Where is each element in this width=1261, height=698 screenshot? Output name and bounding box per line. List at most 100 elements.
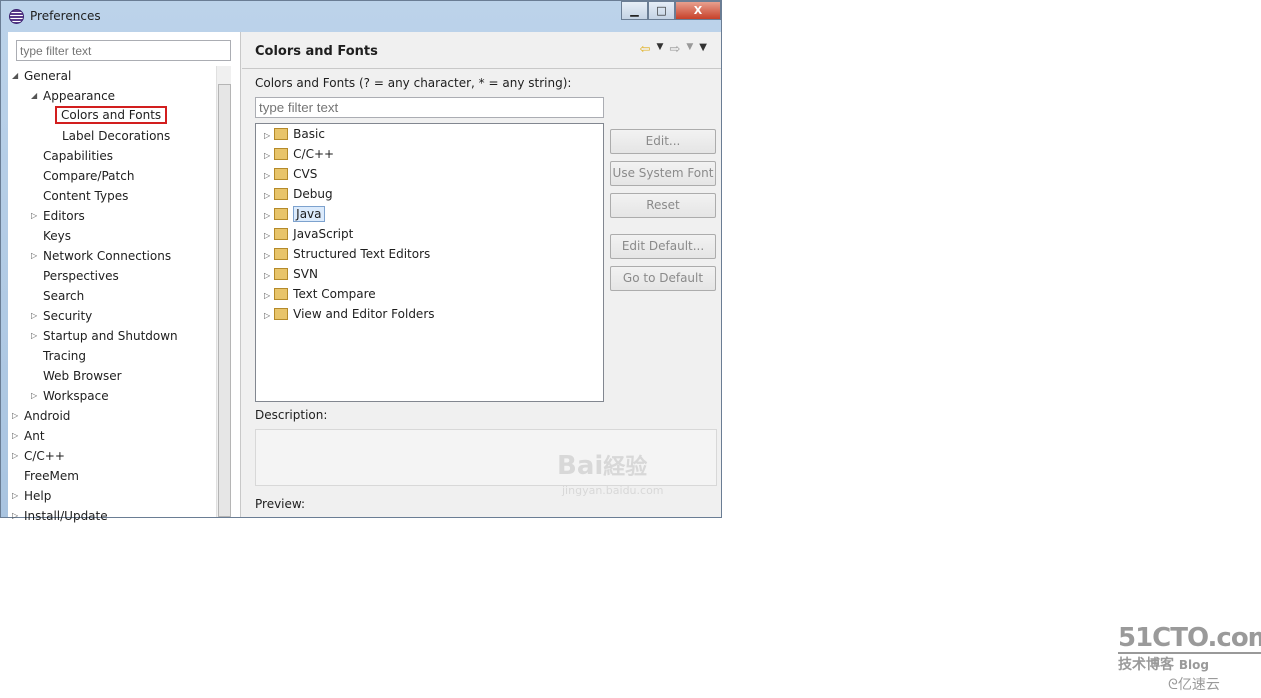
category-label: Text Compare bbox=[293, 287, 376, 301]
collapsed-arrow-icon[interactable]: ▷ bbox=[12, 446, 18, 466]
collapsed-arrow-icon[interactable]: ▷ bbox=[31, 326, 37, 346]
collapsed-arrow-icon[interactable]: ▷ bbox=[264, 131, 270, 140]
tree-item-label: Ant bbox=[24, 429, 45, 443]
filter-label: Colors and Fonts (? = any character, * =… bbox=[255, 76, 572, 90]
tree-item[interactable]: ▷ Security bbox=[31, 306, 93, 326]
preferences-window: Preferences ▁ □ X ◢ General ◢ Appearance Col… bbox=[0, 0, 722, 523]
tree-item[interactable]: ▷ Editors bbox=[31, 206, 85, 226]
tree-item[interactable]: ▷ C/C++ bbox=[12, 446, 65, 466]
category-label: View and Editor Folders bbox=[293, 307, 435, 321]
collapsed-arrow-icon[interactable]: ▷ bbox=[12, 506, 18, 526]
tree-item[interactable]: Tracing bbox=[43, 346, 86, 366]
eclipse-icon bbox=[9, 9, 24, 24]
tree-item-label: Security bbox=[43, 309, 93, 323]
baidu-watermark: Bai経验 bbox=[557, 451, 648, 481]
tree-item[interactable]: ▷ Android bbox=[12, 406, 70, 426]
page-title: Colors and Fonts bbox=[255, 44, 378, 59]
tree-item[interactable]: Colors and Fonts bbox=[55, 105, 168, 125]
collapsed-arrow-icon[interactable]: ▷ bbox=[264, 211, 270, 220]
collapsed-arrow-icon[interactable]: ▷ bbox=[12, 426, 18, 446]
forward-icon[interactable]: ⇨ bbox=[669, 42, 680, 57]
tree-filter-input[interactable] bbox=[16, 40, 231, 61]
colors-fonts-page: Colors and Fonts ⇦ ▼ ⇨ ▼ ▼ Colors and Font… bbox=[242, 32, 721, 517]
tree-item[interactable]: ▷ Network Connections bbox=[31, 246, 171, 266]
category-item[interactable]: ▷ C/C++ bbox=[264, 144, 334, 164]
category-item[interactable]: ▷ Debug bbox=[264, 184, 333, 204]
tree-item[interactable]: ▷ Help bbox=[12, 486, 51, 506]
category-item[interactable]: ▷ View and Editor Folders bbox=[264, 304, 435, 324]
category-label: Debug bbox=[293, 187, 333, 201]
back-icon[interactable]: ⇦ bbox=[640, 42, 651, 57]
reset-button[interactable]: Reset bbox=[610, 193, 716, 218]
category-item[interactable]: ▷ Structured Text Editors bbox=[264, 244, 430, 264]
category-item[interactable]: ▷ CVS bbox=[264, 164, 317, 184]
edit-button[interactable]: Edit... bbox=[610, 129, 716, 154]
tree-item[interactable]: ▷ Workspace bbox=[31, 386, 109, 406]
collapsed-arrow-icon[interactable]: ▷ bbox=[31, 246, 37, 266]
collapsed-arrow-icon[interactable]: ▷ bbox=[264, 251, 270, 260]
tree-item-label: Capabilities bbox=[43, 149, 113, 163]
tree-item[interactable]: Content Types bbox=[43, 186, 128, 206]
tree-item[interactable]: ▷ Install/Update bbox=[12, 506, 108, 526]
use-system-font-button[interactable]: Use System Font bbox=[610, 161, 716, 186]
minimize-button[interactable]: ▁ bbox=[621, 1, 648, 20]
scrollbar-thumb[interactable] bbox=[218, 84, 231, 517]
category-item[interactable]: ▷ Basic bbox=[264, 124, 325, 144]
close-button[interactable]: X bbox=[675, 1, 721, 20]
tree-item-label: General bbox=[24, 69, 72, 83]
edit-default-button[interactable]: Edit Default... bbox=[610, 234, 716, 259]
category-item[interactable]: ▷ Java bbox=[264, 204, 325, 224]
folder-icon bbox=[274, 268, 289, 280]
tree-item-label: Content Types bbox=[43, 189, 129, 203]
collapsed-arrow-icon[interactable]: ▷ bbox=[264, 151, 270, 160]
maximize-button[interactable]: □ bbox=[648, 1, 675, 20]
back-menu-icon[interactable]: ▼ bbox=[657, 42, 664, 57]
collapsed-arrow-icon[interactable]: ▷ bbox=[264, 231, 270, 240]
folder-icon bbox=[274, 288, 289, 300]
view-menu-icon[interactable]: ▼ bbox=[699, 42, 707, 57]
tree-item[interactable]: ◢ Appearance bbox=[31, 86, 115, 106]
tree-item[interactable]: ▷ Ant bbox=[12, 426, 45, 446]
tree-item[interactable]: ◢ General bbox=[12, 66, 72, 86]
tree-item[interactable]: Compare/Patch bbox=[43, 166, 134, 186]
folder-icon bbox=[274, 148, 289, 160]
category-item[interactable]: ▷ Text Compare bbox=[264, 284, 376, 304]
tree-item[interactable]: Label Decorations bbox=[62, 126, 170, 146]
category-item[interactable]: ▷ SVN bbox=[264, 264, 318, 284]
tree-item[interactable]: Search bbox=[43, 286, 84, 306]
collapsed-arrow-icon[interactable]: ▷ bbox=[12, 486, 18, 506]
category-item[interactable]: ▷ JavaScript bbox=[264, 224, 353, 244]
collapsed-arrow-icon[interactable]: ▷ bbox=[264, 311, 270, 320]
colors-filter-input[interactable] bbox=[255, 97, 604, 118]
tree-item[interactable]: FreeMem bbox=[24, 466, 79, 486]
collapsed-arrow-icon[interactable]: ▷ bbox=[264, 271, 270, 280]
preferences-sidebar: ◢ General ◢ Appearance Colors and Fonts Label… bbox=[8, 32, 241, 523]
collapsed-arrow-icon[interactable]: ▷ bbox=[264, 191, 270, 200]
description-label: Description: bbox=[255, 408, 328, 422]
tree-item[interactable]: Web Browser bbox=[43, 366, 122, 386]
collapsed-arrow-icon[interactable]: ▷ bbox=[264, 291, 270, 300]
category-label: JavaScript bbox=[293, 227, 354, 241]
category-label: C/C++ bbox=[293, 147, 335, 161]
collapsed-arrow-icon[interactable]: ▷ bbox=[31, 206, 37, 226]
collapsed-arrow-icon[interactable]: ▷ bbox=[12, 406, 18, 426]
category-label: CVS bbox=[293, 167, 318, 181]
collapsed-arrow-icon[interactable]: ▷ bbox=[31, 306, 37, 326]
expanded-arrow-icon[interactable]: ◢ bbox=[12, 66, 18, 86]
tree-item-label: FreeMem bbox=[24, 469, 79, 483]
title-bar: Preferences ▁ □ X bbox=[1, 1, 721, 32]
folder-icon bbox=[274, 308, 289, 320]
tree-item[interactable]: Capabilities bbox=[43, 146, 113, 166]
category-label: Basic bbox=[293, 127, 325, 141]
collapsed-arrow-icon[interactable]: ▷ bbox=[264, 171, 270, 180]
folder-icon bbox=[274, 168, 289, 180]
expanded-arrow-icon[interactable]: ◢ bbox=[31, 86, 37, 106]
forward-menu-icon[interactable]: ▼ bbox=[686, 42, 693, 57]
tree-item[interactable]: ▷ Startup and Shutdown bbox=[31, 326, 178, 346]
tree-item-label: Label Decorations bbox=[62, 129, 171, 143]
go-to-default-button[interactable]: Go to Default bbox=[610, 266, 716, 291]
tree-item[interactable]: Perspectives bbox=[43, 266, 119, 286]
tree-scrollbar[interactable] bbox=[216, 66, 231, 517]
collapsed-arrow-icon[interactable]: ▷ bbox=[31, 386, 37, 406]
tree-item[interactable]: Keys bbox=[43, 226, 71, 246]
